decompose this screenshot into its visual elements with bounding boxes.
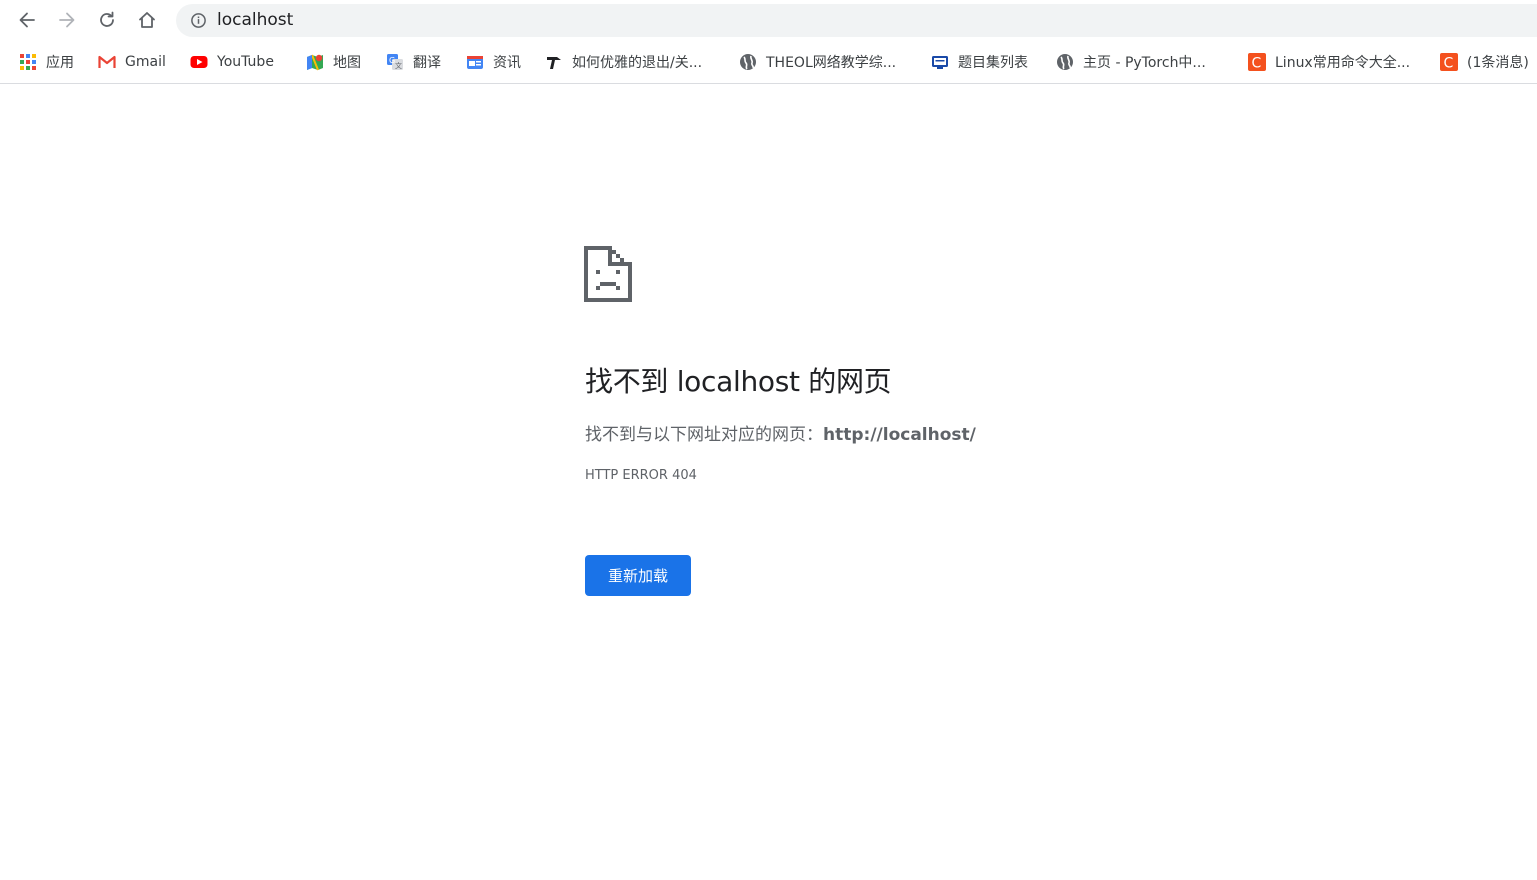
bookmark-label: 题目集列表: [958, 55, 1028, 71]
sad-page-icon: [584, 246, 632, 302]
bookmark-pytorch[interactable]: 主页 - PyTorch中...: [1056, 52, 1206, 72]
youtube-icon: [190, 53, 208, 71]
translate-icon: G 文: [386, 53, 404, 71]
bookmark-news[interactable]: 资讯: [466, 52, 521, 72]
bookmark-label: Gmail: [125, 54, 166, 70]
bookmark-how-to-exit[interactable]: 如何优雅的退出/关...: [545, 52, 702, 72]
maps-icon: [306, 53, 324, 71]
home-icon: [139, 12, 155, 28]
home-button[interactable]: [132, 5, 162, 35]
svg-text:文: 文: [395, 61, 402, 70]
bookmark-label: Linux常用命令大全...: [1275, 55, 1411, 71]
error-code: HTTP ERROR 404: [585, 468, 697, 483]
error-title: 找不到 localhost 的网页: [585, 365, 892, 398]
globe-icon: [1056, 53, 1074, 71]
svg-text:C: C: [1444, 56, 1454, 72]
address-bar-url[interactable]: localhost: [217, 10, 293, 30]
reload-button[interactable]: 重新加载: [585, 555, 691, 596]
bookmark-translate[interactable]: G 文 翻译: [386, 52, 441, 72]
error-description: 找不到与以下网址对应的网页：http://localhost/: [585, 420, 976, 445]
globe-icon: [739, 53, 757, 71]
address-bar[interactable]: localhost: [176, 4, 1537, 37]
bookmark-youtube[interactable]: YouTube: [190, 52, 274, 72]
reload-toolbar-button[interactable]: [92, 5, 122, 35]
svg-text:C: C: [1252, 56, 1262, 72]
gmail-icon: [98, 53, 116, 71]
bookmark-label: 应用: [46, 55, 74, 71]
error-description-text: 找不到与以下网址对应的网页：: [585, 425, 823, 445]
bookmark-messages[interactable]: C (1条消息): [1440, 52, 1529, 72]
browser-toolbar: localhost: [0, 0, 1537, 41]
refresh-icon: [100, 11, 114, 27]
arrow-right-icon: [59, 12, 75, 28]
csdn-icon: C: [1440, 53, 1458, 71]
bookmark-label: THEOL网络教学综...: [766, 55, 897, 71]
back-button[interactable]: [12, 5, 42, 35]
error-url: http://localhost/: [823, 425, 976, 445]
bookmark-label: YouTube: [217, 54, 274, 70]
forward-button[interactable]: [52, 5, 82, 35]
info-icon[interactable]: [190, 12, 207, 29]
bookmark-label: 地图: [333, 55, 361, 71]
bookmark-apps[interactable]: 应用: [19, 52, 74, 72]
bookmark-linux-commands[interactable]: C Linux常用命令大全...: [1248, 52, 1410, 72]
bookmark-problem-list[interactable]: 题目集列表: [931, 52, 1028, 72]
bookmark-maps[interactable]: 地图: [306, 52, 361, 72]
bookmark-label: 资讯: [493, 55, 521, 71]
arrow-left-icon: [19, 12, 35, 28]
bookmarks-bar: 应用 Gmail YouTube 地图 G 文 翻译 资讯 如何优雅的退出/关.…: [0, 41, 1537, 84]
bookmark-label: 主页 - PyTorch中...: [1083, 55, 1206, 71]
pta-icon: [931, 53, 949, 71]
apps-grid-icon: [19, 53, 37, 71]
news-icon: [466, 53, 484, 71]
bookmark-label: 如何优雅的退出/关...: [572, 55, 703, 71]
bookmark-gmail[interactable]: Gmail: [98, 52, 166, 72]
tool-icon: [545, 53, 563, 71]
bookmark-label: (1条消息): [1467, 55, 1529, 71]
csdn-icon: C: [1248, 53, 1266, 71]
bookmark-theol[interactable]: THEOL网络教学综...: [739, 52, 896, 72]
bookmark-label: 翻译: [413, 55, 441, 71]
